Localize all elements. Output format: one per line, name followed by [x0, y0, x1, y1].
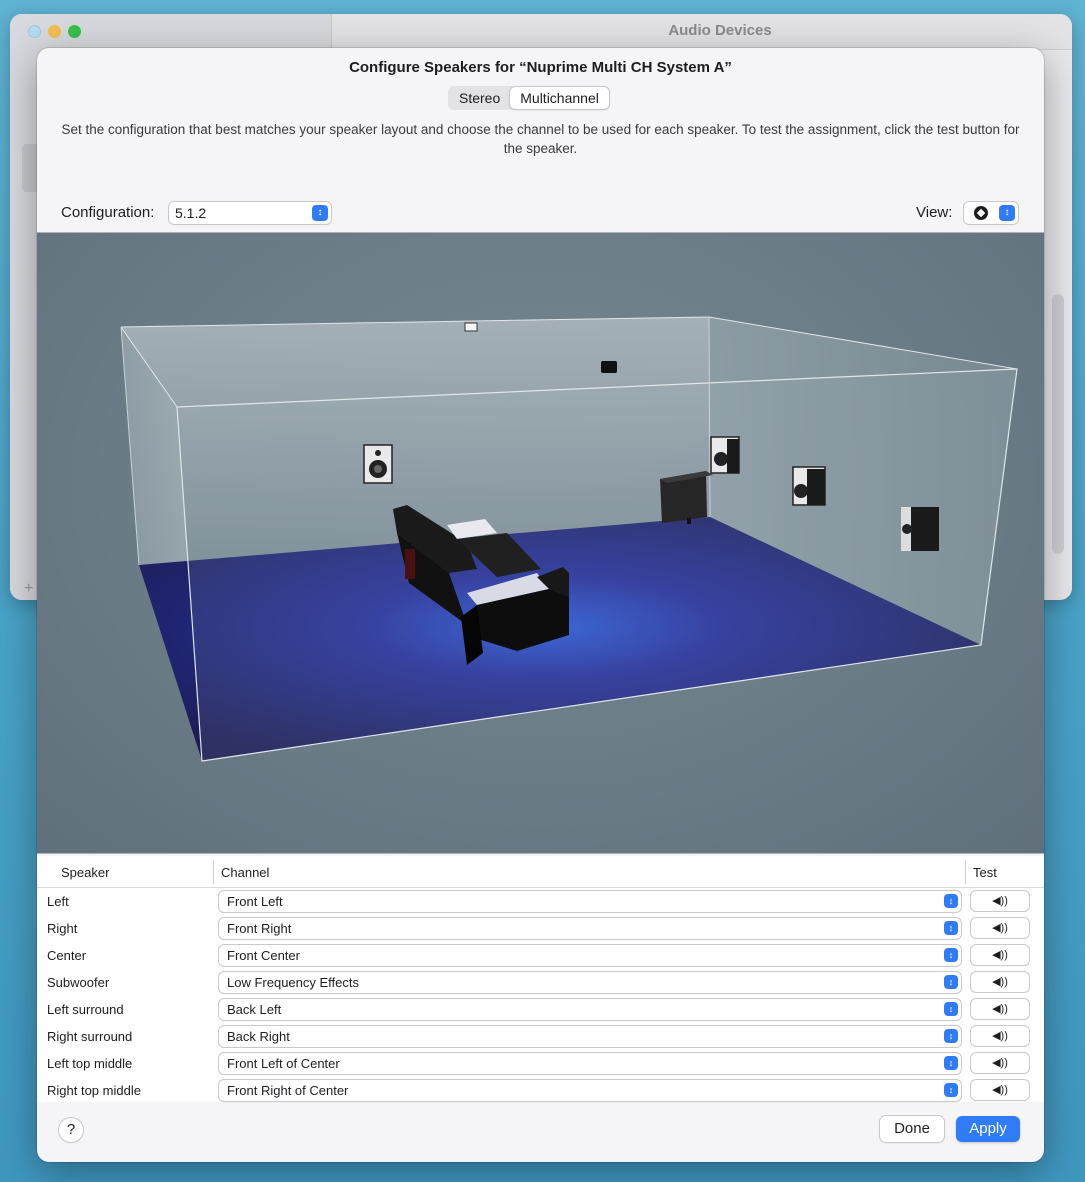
3d-cube-icon: [974, 206, 988, 220]
tab-multichannel[interactable]: Multichannel: [510, 87, 609, 109]
ceiling-speaker-icon[interactable]: [601, 361, 617, 373]
channel-popup[interactable]: Front Left ↕: [219, 891, 961, 912]
table-row: Left Front Left ↕ ◀)): [37, 888, 1044, 915]
sheet-title: Configure Speakers for “Nuprime Multi CH…: [349, 59, 732, 76]
instructions-text: Set the configuration that best matches …: [61, 122, 1020, 156]
chevron-updown-icon: ↕: [999, 205, 1015, 221]
speaker-name: Subwoofer: [47, 975, 110, 990]
configuration-label: Configuration:: [61, 204, 155, 221]
test-column-header[interactable]: Test: [973, 865, 997, 880]
subwoofer-icon[interactable]: [660, 471, 713, 524]
speaker-table: Left Front Left ↕ ◀)) Right Front Right …: [37, 888, 1044, 1102]
configure-speakers-sheet: Configure Speakers for “Nuprime Multi CH…: [37, 48, 1044, 1162]
tab-stereo[interactable]: Stereo: [449, 87, 510, 109]
channel-value: Back Right: [227, 1029, 290, 1044]
speaker-table-header: Speaker Channel Test: [37, 856, 1044, 888]
chevron-updown-icon: ↕: [944, 1002, 958, 1016]
channel-popup[interactable]: Back Left ↕: [219, 999, 961, 1020]
test-speaker-button[interactable]: ◀)): [971, 918, 1029, 938]
column-divider: [213, 860, 214, 884]
channel-popup[interactable]: Back Right ↕: [219, 1026, 961, 1047]
speaker-volume-icon: ◀)): [992, 1003, 1008, 1015]
speaker-volume-icon: ◀)): [992, 949, 1008, 961]
channel-value: Front Right: [227, 921, 292, 936]
minimize-window-button[interactable]: [48, 25, 61, 38]
channel-popup[interactable]: Front Left of Center ↕: [219, 1053, 961, 1074]
speaker-name: Right top middle: [47, 1083, 141, 1098]
table-row: Left surround Back Left ↕ ◀)): [37, 996, 1044, 1023]
speaker-column-header[interactable]: Speaker: [61, 865, 109, 880]
test-speaker-button[interactable]: ◀)): [971, 1053, 1029, 1073]
speaker-name: Right surround: [47, 1029, 133, 1044]
test-speaker-button[interactable]: ◀)): [971, 972, 1029, 992]
add-device-button[interactable]: +: [24, 580, 33, 598]
channel-value: Front Left of Center: [227, 1056, 340, 1071]
speaker-name: Left surround: [47, 1002, 124, 1017]
room-front-edge: [176, 368, 1018, 762]
channel-popup[interactable]: Front Right ↕: [219, 918, 961, 939]
chevron-updown-icon: ↕: [312, 205, 328, 221]
speaker-volume-icon: ◀)): [992, 895, 1008, 907]
done-button[interactable]: Done: [880, 1116, 944, 1142]
speaker-name: Left: [47, 894, 69, 909]
channel-popup[interactable]: Low Frequency Effects ↕: [219, 972, 961, 993]
apply-button[interactable]: Apply: [956, 1116, 1020, 1142]
chevron-updown-icon: ↕: [944, 1056, 958, 1070]
chevron-updown-icon: ↕: [944, 894, 958, 908]
test-speaker-button[interactable]: ◀)): [971, 1080, 1029, 1100]
table-row: Subwoofer Low Frequency Effects ↕ ◀)): [37, 969, 1044, 996]
configuration-value: 5.1.2: [175, 205, 207, 221]
channel-column-header[interactable]: Channel: [221, 865, 269, 880]
left-speaker-icon[interactable]: [363, 444, 393, 484]
window-title: Audio Devices: [668, 22, 772, 39]
channel-value: Front Left: [227, 894, 283, 909]
chevron-updown-icon: ↕: [944, 921, 958, 935]
room-scene: [120, 316, 1018, 762]
zoom-window-button[interactable]: [68, 25, 81, 38]
chevron-updown-icon: ↕: [944, 948, 958, 962]
table-row: Left top middle Front Left of Center ↕ ◀…: [37, 1050, 1044, 1077]
speaker-volume-icon: ◀)): [992, 1084, 1008, 1096]
channel-popup[interactable]: Front Center ↕: [219, 945, 961, 966]
channel-value: Front Center: [227, 948, 300, 963]
view-popup[interactable]: ↕: [964, 202, 1018, 224]
speaker-name: Center: [47, 948, 87, 963]
channel-popup[interactable]: Front Right of Center ↕: [219, 1080, 961, 1101]
view-label: View:: [916, 204, 953, 221]
test-speaker-button[interactable]: ◀)): [971, 891, 1029, 911]
test-speaker-button[interactable]: ◀)): [971, 1026, 1029, 1046]
table-row: Right Front Right ↕ ◀)): [37, 915, 1044, 942]
table-row: Right top middle Front Right of Center ↕…: [37, 1077, 1044, 1104]
channel-value: Low Frequency Effects: [227, 975, 359, 990]
speaker-volume-icon: ◀)): [992, 1030, 1008, 1042]
table-row: Center Front Center ↕ ◀)): [37, 942, 1044, 969]
close-window-button[interactable]: [28, 25, 41, 38]
center-speaker-icon[interactable]: [710, 436, 740, 474]
column-divider: [965, 860, 966, 884]
help-button[interactable]: ?: [59, 1118, 83, 1142]
right-surround-speaker-icon[interactable]: [901, 507, 939, 551]
speaker-name: Right: [47, 921, 78, 936]
test-speaker-button[interactable]: ◀)): [971, 999, 1029, 1019]
channel-value: Back Left: [227, 1002, 282, 1017]
table-row: Right surround Back Right ↕ ◀)): [37, 1023, 1044, 1050]
scrollbar[interactable]: [1052, 294, 1064, 554]
mode-segmented-control: Stereo Multichannel: [448, 86, 610, 110]
speaker-volume-icon: ◀)): [992, 922, 1008, 934]
speaker-3d-viewport[interactable]: [37, 232, 1044, 854]
speaker-name: Left top middle: [47, 1056, 133, 1071]
chevron-updown-icon: ↕: [944, 975, 958, 989]
right-speaker-icon[interactable]: [792, 466, 826, 506]
ceiling-speaker-icon[interactable]: [464, 322, 478, 332]
speaker-volume-icon: ◀)): [992, 1057, 1008, 1069]
chevron-updown-icon: ↕: [944, 1029, 958, 1043]
speaker-volume-icon: ◀)): [992, 976, 1008, 988]
channel-value: Front Right of Center: [227, 1083, 349, 1098]
test-speaker-button[interactable]: ◀)): [971, 945, 1029, 965]
chevron-updown-icon: ↕: [944, 1083, 958, 1097]
configuration-popup[interactable]: 5.1.2 ↕: [169, 202, 331, 224]
